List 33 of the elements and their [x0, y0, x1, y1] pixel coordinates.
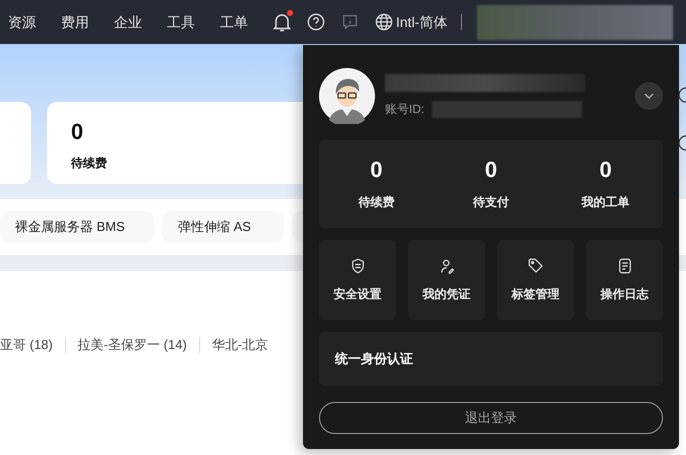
summary-label: 待续费	[71, 155, 108, 172]
nav-link[interactable]: 工单	[220, 12, 248, 32]
globe-icon	[375, 13, 393, 31]
service-chip[interactable]: 弹性伸缩 AS	[162, 211, 284, 243]
expand-button[interactable]	[635, 82, 663, 110]
stat-label: 待支付	[472, 194, 509, 211]
tag-icon	[526, 257, 544, 275]
shortcut-tile[interactable]: 操作日志	[586, 240, 663, 320]
stat-label: 待续费	[358, 194, 394, 211]
nav-link[interactable]: 企业	[114, 12, 142, 32]
nav-link[interactable]: 费用	[61, 12, 89, 32]
stat-value[interactable]: 0	[484, 157, 498, 183]
region-link[interactable]: 拉美-圣保罗一 (14)	[78, 335, 187, 354]
avatar	[319, 68, 375, 124]
bell-icon[interactable]	[273, 12, 291, 32]
stat-value[interactable]: 0	[370, 157, 382, 183]
nav-link[interactable]: 工具	[167, 12, 195, 32]
stat-label: 我的工单	[582, 194, 630, 211]
chevron-down-icon	[643, 92, 655, 100]
shortcut-tile[interactable]: 安全设置	[319, 240, 396, 320]
stat-value[interactable]: 0	[600, 157, 612, 183]
summary-value: 0	[71, 118, 84, 146]
identity-auth-link[interactable]: 统一身份认证	[319, 332, 663, 386]
account-id-label: 账号ID:	[385, 101, 424, 118]
region-link[interactable]: 亚哥 (18)	[0, 335, 53, 354]
nav-link[interactable]: 资源	[8, 12, 36, 32]
shortcut-tile[interactable]: 标签管理	[497, 240, 574, 320]
service-chip[interactable]: 裸金属服务器 BMS	[0, 211, 154, 243]
region-link[interactable]: 华北-北京	[212, 335, 268, 354]
feedback-icon[interactable]	[341, 13, 359, 31]
logout-button[interactable]: 退出登录	[319, 402, 663, 434]
language-selector[interactable]: Intl-简体	[375, 12, 448, 32]
shortcut-tile[interactable]: 我的凭证	[408, 240, 485, 320]
